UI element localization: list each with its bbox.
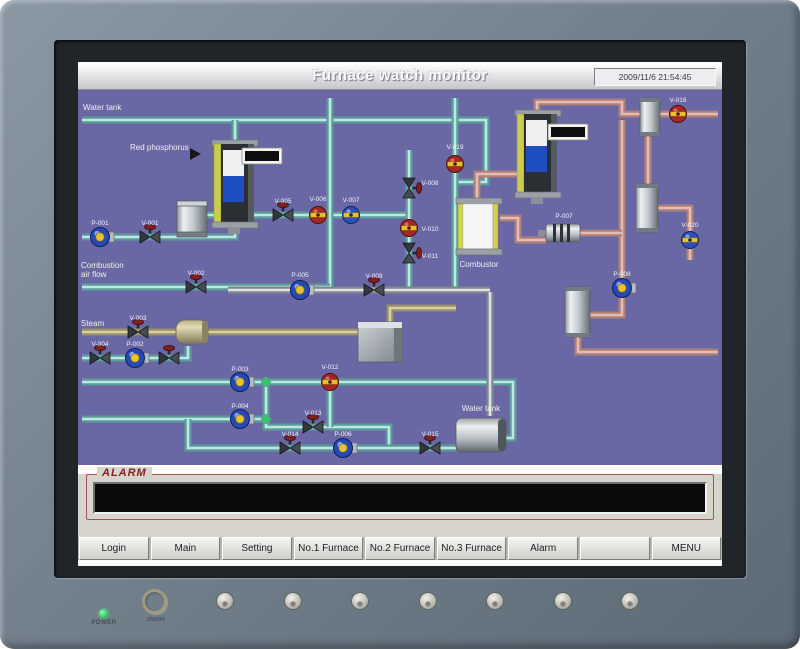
valve-v012[interactable] bbox=[322, 374, 339, 391]
tag-v015: V-015 bbox=[422, 431, 439, 438]
power-led bbox=[99, 609, 108, 618]
button-no1-furnace[interactable]: No.1 Furnace bbox=[294, 537, 364, 560]
tag-v006: V-006 bbox=[310, 196, 327, 203]
button-alarm[interactable]: Alarm bbox=[508, 537, 578, 560]
process-diagram: Water tank Red phosphorus Combustion air… bbox=[78, 90, 722, 465]
bezel-key-icon bbox=[627, 601, 633, 607]
small-buffer-tank bbox=[177, 201, 207, 237]
title-bar: Furnace watch monitor 2009/11/6 21:54:45 bbox=[78, 65, 722, 90]
pump-p002[interactable] bbox=[126, 349, 150, 368]
label-steam: Steam bbox=[81, 319, 104, 328]
tag-p004: P-004 bbox=[231, 403, 249, 410]
valve-v019[interactable] bbox=[447, 156, 464, 173]
tag-p006: P-006 bbox=[334, 431, 352, 438]
bezel-key-icon bbox=[425, 601, 431, 607]
tag-v010: V-010 bbox=[422, 226, 439, 233]
tag-v013: V-013 bbox=[305, 410, 322, 417]
valve-v016[interactable] bbox=[670, 106, 687, 123]
label-combustion-air-1: Combustion bbox=[81, 261, 124, 270]
bezel-function-button-7[interactable] bbox=[621, 592, 639, 610]
bezel-key-icon bbox=[290, 601, 296, 607]
alarm-panel: ALARM bbox=[78, 474, 722, 537]
pump-p001[interactable] bbox=[91, 228, 115, 247]
tag-v005: V-005 bbox=[275, 198, 292, 205]
tag-v011: V-011 bbox=[422, 253, 439, 260]
tag-v020: V-020 bbox=[682, 222, 699, 229]
softkey-bar: Login Main Setting No.1 Furnace No.2 Fur… bbox=[78, 537, 722, 560]
display-onoff-button[interactable] bbox=[142, 589, 167, 614]
bezel-key-icon bbox=[357, 601, 363, 607]
bezel-function-button-4[interactable] bbox=[419, 592, 437, 610]
tag-p005: P-005 bbox=[291, 272, 309, 279]
pump-p008[interactable] bbox=[613, 279, 637, 298]
tag-v014: V-014 bbox=[282, 431, 299, 438]
tag-v002: V-002 bbox=[188, 270, 205, 277]
pump-p006[interactable] bbox=[334, 439, 358, 458]
valve-v020[interactable] bbox=[682, 232, 699, 249]
tag-p003: P-003 bbox=[231, 366, 249, 373]
separator-cylinder-2 bbox=[636, 184, 658, 232]
button-blank[interactable] bbox=[580, 537, 650, 560]
button-menu[interactable]: MENU bbox=[652, 537, 722, 560]
screen-bottom-strip bbox=[78, 560, 722, 566]
alarm-message-display bbox=[93, 482, 707, 514]
bezel-key-icon bbox=[492, 601, 498, 607]
tag-v001: V-001 bbox=[142, 220, 159, 227]
level-readout-right bbox=[548, 124, 588, 140]
water-tank-bottom-vessel bbox=[456, 418, 506, 452]
valve-v006[interactable] bbox=[310, 207, 327, 224]
bezel-function-button-1[interactable] bbox=[216, 592, 234, 610]
button-setting[interactable]: Setting bbox=[222, 537, 292, 560]
datetime-display: 2009/11/6 21:54:45 bbox=[594, 68, 716, 86]
pump-p005[interactable] bbox=[291, 281, 315, 300]
tag-v012: V-012 bbox=[322, 364, 339, 371]
label-red-phosphorus: Red phosphorus bbox=[130, 143, 189, 152]
button-no3-furnace[interactable]: No.3 Furnace bbox=[437, 537, 507, 560]
heater-box bbox=[358, 322, 402, 362]
combustor-vessel bbox=[456, 198, 502, 255]
valve-v007[interactable] bbox=[343, 207, 360, 224]
steam-drum-tank bbox=[176, 320, 208, 344]
tag-v008: V-008 bbox=[422, 180, 439, 187]
bezel-function-button-2[interactable] bbox=[284, 592, 302, 610]
tag-v009: V-009 bbox=[366, 273, 383, 280]
level-readout-left bbox=[242, 148, 282, 164]
tag-p008: P-008 bbox=[613, 271, 631, 278]
process-diagram-canvas: Water tank Red phosphorus Combustion air… bbox=[78, 90, 722, 465]
label-water-tank-top: Water tank bbox=[83, 103, 122, 112]
hmi-screen: Furnace watch monitor 2009/11/6 21:54:45 bbox=[78, 62, 722, 556]
alarm-title: ALARM bbox=[97, 467, 152, 479]
tag-p001: P-001 bbox=[91, 220, 109, 227]
bezel-function-button-3[interactable] bbox=[351, 592, 369, 610]
tag-v004: V-004 bbox=[92, 341, 109, 348]
bezel-key-icon bbox=[560, 601, 566, 607]
separator-cylinder-1 bbox=[640, 98, 660, 136]
separator-cylinder-3 bbox=[565, 287, 590, 337]
label-water-tank-bottom: Water tank bbox=[462, 404, 501, 413]
tag-v007: V-007 bbox=[343, 197, 360, 204]
button-main[interactable]: Main bbox=[151, 537, 221, 560]
tag-p002: P-002 bbox=[126, 341, 144, 348]
bezel-key-icon bbox=[222, 601, 228, 607]
button-no2-furnace[interactable]: No.2 Furnace bbox=[365, 537, 435, 560]
tag-p007: P-007 bbox=[555, 213, 573, 220]
pump-p003[interactable] bbox=[231, 373, 255, 392]
tag-v019: V-019 bbox=[447, 144, 464, 151]
pump-p004[interactable] bbox=[231, 410, 255, 429]
bezel-function-button-6[interactable] bbox=[554, 592, 572, 610]
label-combustor: Combustor bbox=[459, 260, 498, 269]
tag-v003: V-003 bbox=[130, 315, 147, 322]
valve-v010[interactable] bbox=[401, 220, 418, 237]
alarm-frame: ALARM bbox=[86, 474, 714, 520]
tag-v016: V-016 bbox=[670, 97, 687, 104]
button-login[interactable]: Login bbox=[79, 537, 149, 560]
monitor-bezel: Furnace watch monitor 2009/11/6 21:54:45 bbox=[0, 0, 800, 649]
display-onoff-label: ON/OFF bbox=[136, 617, 176, 623]
bezel-function-button-5[interactable] bbox=[486, 592, 504, 610]
power-led-label: POWER bbox=[84, 620, 124, 626]
label-combustion-air-2: air flow bbox=[81, 270, 107, 279]
red-phosphorus-arrow-icon bbox=[190, 148, 201, 160]
